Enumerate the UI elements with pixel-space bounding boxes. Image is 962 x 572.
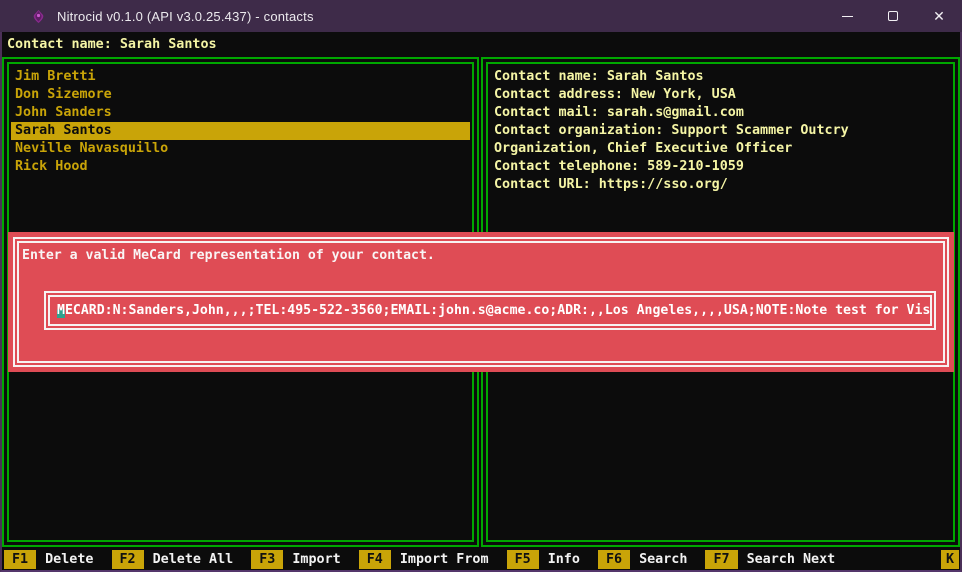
contact-detail-line: Contact mail: sarah.s@gmail.com bbox=[490, 104, 951, 122]
close-icon: ✕ bbox=[933, 9, 945, 23]
key-label: Delete All bbox=[153, 552, 234, 567]
mecard-input[interactable]: MECARD:N:Sanders,John,,,;TEL:495-522-356… bbox=[44, 291, 936, 330]
function-key-f6[interactable]: F6 Search bbox=[598, 550, 688, 569]
key-badge: F5 bbox=[507, 550, 539, 569]
text-cursor: M bbox=[57, 303, 65, 318]
key-badge: F4 bbox=[359, 550, 391, 569]
maximize-icon bbox=[888, 11, 898, 21]
mecard-input-text: ECARD:N:Sanders,John,,,;TEL:495-522-3560… bbox=[65, 303, 930, 318]
key-badge: F3 bbox=[251, 550, 283, 569]
contact-detail-line: Contact organization: Support Scammer Ou… bbox=[490, 122, 951, 140]
contact-detail-line: Contact address: New York, USA bbox=[490, 86, 951, 104]
contact-list-item[interactable]: Rick Hood bbox=[11, 158, 470, 176]
key-badge: F7 bbox=[705, 550, 737, 569]
key-label: Delete bbox=[45, 552, 93, 567]
function-key-f3[interactable]: F3 Import bbox=[251, 550, 341, 569]
key-badge: F1 bbox=[4, 550, 36, 569]
window-controls: ✕ bbox=[824, 0, 962, 32]
mecard-dialog-message: Enter a valid MeCard representation of y… bbox=[22, 248, 435, 263]
contact-detail-line: Contact telephone: 589-210-1059 bbox=[490, 158, 951, 176]
status-bar: Contact name: Sarah Santos bbox=[2, 32, 960, 57]
titlebar: Nitrocid v0.1.0 (API v3.0.25.437) - cont… bbox=[0, 0, 962, 32]
contact-detail-line: Contact name: Sarah Santos bbox=[490, 68, 951, 86]
function-key-f1[interactable]: F1 Delete bbox=[4, 550, 94, 569]
keybinding-info-key[interactable]: K bbox=[941, 550, 959, 569]
contact-list-item[interactable]: Don Sizemore bbox=[11, 86, 470, 104]
function-key-f7[interactable]: F7 Search Next bbox=[705, 550, 835, 569]
contact-list-item[interactable]: Neville Navasquillo bbox=[11, 140, 470, 158]
contact-list-item[interactable]: John Sanders bbox=[11, 104, 470, 122]
contact-details: Contact name: Sarah SantosContact addres… bbox=[488, 64, 953, 198]
key-label: Search bbox=[639, 552, 687, 567]
key-label: Info bbox=[548, 552, 580, 567]
key-label: Import bbox=[292, 552, 340, 567]
maximize-button[interactable] bbox=[870, 0, 916, 32]
function-key-f5[interactable]: F5 Info bbox=[507, 550, 580, 569]
function-key-f2[interactable]: F2 Delete All bbox=[112, 550, 234, 569]
function-key-f4[interactable]: F4 Import From bbox=[359, 550, 489, 569]
minimize-button[interactable] bbox=[824, 0, 870, 32]
key-label: Import From bbox=[400, 552, 489, 567]
minimize-icon bbox=[842, 16, 853, 17]
key-badge: K bbox=[941, 550, 959, 569]
key-badge: F6 bbox=[598, 550, 630, 569]
window-title: Nitrocid v0.1.0 (API v3.0.25.437) - cont… bbox=[57, 9, 314, 24]
contact-list-item[interactable]: Jim Bretti bbox=[11, 68, 470, 86]
nitrocid-app-icon bbox=[30, 9, 47, 24]
contact-list: Jim BrettiDon SizemoreJohn SandersSarah … bbox=[9, 64, 472, 180]
app-window: Nitrocid v0.1.0 (API v3.0.25.437) - cont… bbox=[0, 0, 962, 572]
contact-list-item[interactable]: Sarah Santos bbox=[11, 122, 470, 140]
close-button[interactable]: ✕ bbox=[916, 0, 962, 32]
contact-detail-line: Contact URL: https://sso.org/ bbox=[490, 176, 951, 194]
key-badge: F2 bbox=[112, 550, 144, 569]
mecard-dialog: Enter a valid MeCard representation of y… bbox=[8, 232, 954, 372]
contact-detail-line: Organization, Chief Executive Officer bbox=[490, 140, 951, 158]
key-label: Search Next bbox=[747, 552, 836, 567]
function-key-bar: F1 Delete F2 Delete All F3 Import F4 Import Fro… bbox=[2, 548, 960, 570]
